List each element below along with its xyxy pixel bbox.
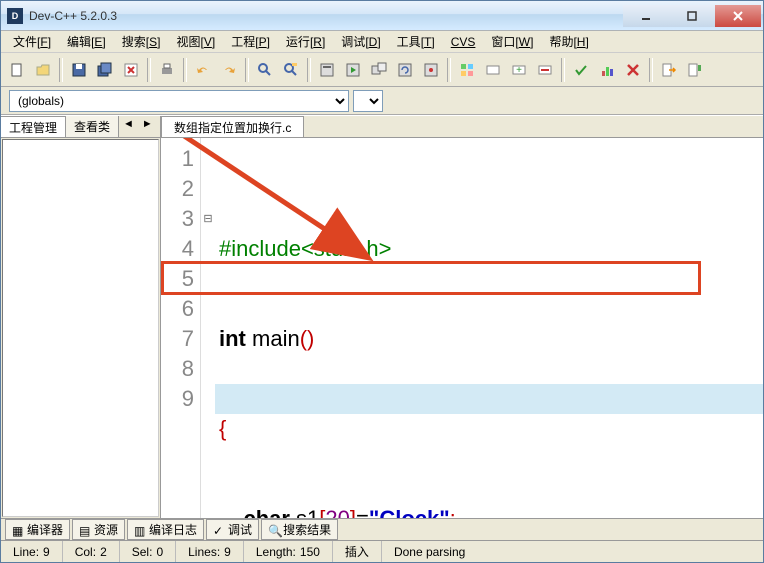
status-length: Length:150 [244, 541, 333, 562]
log-icon: ▥ [134, 524, 146, 536]
run-icon[interactable] [341, 58, 365, 82]
remove-file-icon[interactable] [533, 58, 557, 82]
save-all-icon[interactable] [93, 58, 117, 82]
check-icon[interactable] [569, 58, 593, 82]
window-title: Dev-C++ 5.2.0.3 [29, 9, 623, 23]
close-button[interactable] [715, 5, 761, 27]
status-line: Line:9 [1, 541, 63, 562]
add-file-icon[interactable]: + [507, 58, 531, 82]
editor-panel: 数组指定位置加换行.c 123456789 ⊟ #include<stdio.h… [161, 116, 763, 518]
svg-text:+: + [516, 65, 522, 76]
statusbar: Line:9 Col:2 Sel:0 Lines:9 Length:150 插入… [1, 540, 763, 562]
project-options-icon[interactable] [481, 58, 505, 82]
compile-run-icon[interactable] [367, 58, 391, 82]
status-sel: Sel:0 [120, 541, 176, 562]
status-lines: Lines:9 [176, 541, 244, 562]
menu-search[interactable]: 搜索[S] [114, 31, 169, 52]
menu-view[interactable]: 视图[V] [168, 31, 223, 52]
status-col: Col:2 [63, 541, 120, 562]
status-parse: Done parsing [382, 541, 763, 562]
profile-icon[interactable] [595, 58, 619, 82]
tab-nav-right[interactable]: ► [138, 116, 157, 137]
open-icon[interactable] [31, 58, 55, 82]
editor-tab[interactable]: 数组指定位置加换行.c [161, 116, 304, 137]
minimize-button[interactable] [623, 5, 669, 27]
tab-project[interactable]: 工程管理 [1, 116, 66, 137]
app-icon: D [7, 8, 23, 24]
close-file-icon[interactable] [119, 58, 143, 82]
resources-icon: ▤ [79, 524, 91, 536]
delete-icon[interactable] [621, 58, 645, 82]
tab-nav-left[interactable]: ◄ [119, 116, 138, 137]
menu-window[interactable]: 窗口[W] [483, 31, 541, 52]
bookmark-icon[interactable] [683, 58, 707, 82]
save-icon[interactable] [67, 58, 91, 82]
titlebar[interactable]: D Dev-C++ 5.2.0.3 [1, 1, 763, 31]
find-icon[interactable] [253, 58, 277, 82]
tab-compiler[interactable]: ▦编译器 [5, 519, 70, 540]
compiler-icon: ▦ [12, 524, 24, 536]
compile-icon[interactable] [315, 58, 339, 82]
line-gutter: 123456789 [161, 138, 201, 518]
menu-cvs[interactable]: CVS [443, 33, 484, 51]
menu-project[interactable]: 工程[P] [223, 31, 278, 52]
menu-file[interactable]: 文件[F] [5, 31, 59, 52]
scope-bar: (globals) [1, 87, 763, 115]
new-project-icon[interactable] [455, 58, 479, 82]
project-tree[interactable] [2, 139, 159, 517]
fold-gutter[interactable]: ⊟ [201, 138, 215, 518]
main-area: 工程管理 查看类 ◄ ► 数组指定位置加换行.c 123456789 ⊟ [1, 115, 763, 518]
goto-icon[interactable] [657, 58, 681, 82]
replace-icon[interactable] [279, 58, 303, 82]
menu-run[interactable]: 运行[R] [278, 31, 333, 52]
tab-compile-log[interactable]: ▥编译日志 [127, 519, 204, 540]
tab-classes[interactable]: 查看类 [66, 116, 119, 137]
bottom-tabs: ▦编译器 ▤资源 ▥编译日志 ✓调试 🔍搜索结果 [1, 518, 763, 540]
print-icon[interactable] [155, 58, 179, 82]
menu-edit[interactable]: 编辑[E] [59, 31, 114, 52]
left-panel: 工程管理 查看类 ◄ ► [1, 116, 161, 518]
search-icon: 🔍 [268, 524, 280, 536]
code-lines[interactable]: #include<stdio.h> int main() { char s1[2… [215, 138, 763, 518]
tab-resources[interactable]: ▤资源 [72, 519, 125, 540]
undo-icon[interactable] [191, 58, 215, 82]
menu-help[interactable]: 帮助[H] [541, 31, 596, 52]
debug-icon[interactable] [419, 58, 443, 82]
new-file-icon[interactable] [5, 58, 29, 82]
tab-debug[interactable]: ✓调试 [206, 519, 259, 540]
member-dropdown[interactable] [353, 90, 383, 112]
tab-search-results[interactable]: 🔍搜索结果 [261, 519, 338, 540]
menu-debug[interactable]: 调试[D] [333, 31, 388, 52]
redo-icon[interactable] [217, 58, 241, 82]
menu-tools[interactable]: 工具[T] [389, 31, 443, 52]
menubar: 文件[F] 编辑[E] 搜索[S] 视图[V] 工程[P] 运行[R] 调试[D… [1, 31, 763, 53]
debug-icon: ✓ [213, 524, 225, 536]
code-editor[interactable]: 123456789 ⊟ #include<stdio.h> int main()… [161, 138, 763, 518]
scope-dropdown[interactable]: (globals) [9, 90, 349, 112]
app-window: D Dev-C++ 5.2.0.3 文件[F] 编辑[E] 搜索[S] 视图[V… [0, 0, 764, 563]
maximize-button[interactable] [669, 5, 715, 27]
rebuild-icon[interactable] [393, 58, 417, 82]
toolbar: + [1, 53, 763, 87]
status-insert: 插入 [333, 541, 382, 562]
